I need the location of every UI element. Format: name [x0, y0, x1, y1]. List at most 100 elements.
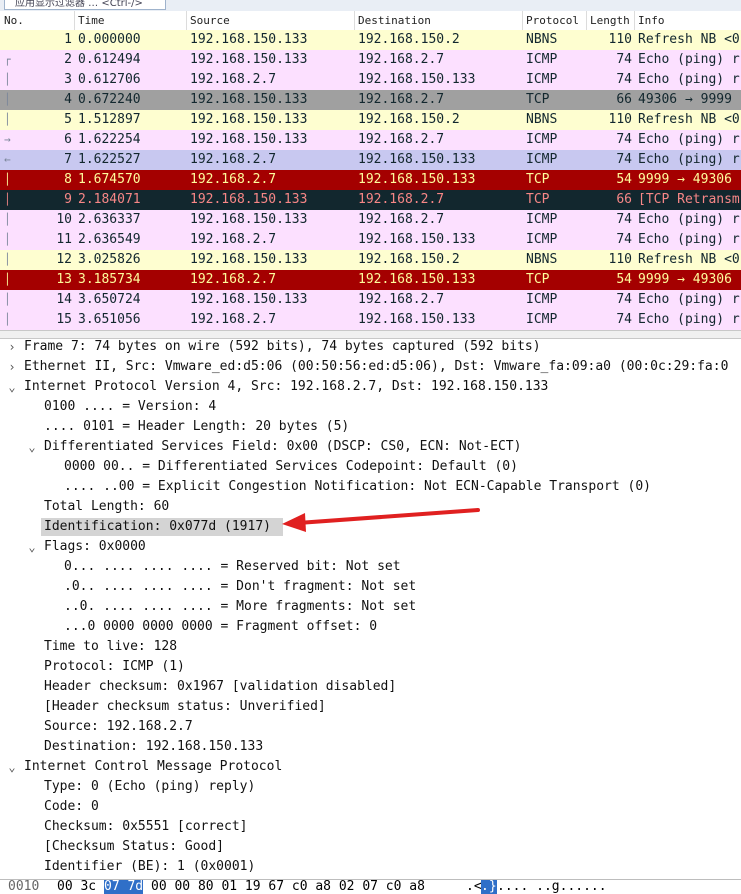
detail-tree-item[interactable]: Type: 0 (Echo (ping) reply): [0, 777, 741, 797]
packet-row[interactable]: 1 0.000000 192.168.150.133 192.168.150.2 NBN…: [0, 30, 741, 50]
packet-source: 192.168.150.133: [190, 32, 308, 47]
packet-length: 54: [616, 272, 632, 287]
bytes-hex[interactable]: 00 3c: [57, 880, 96, 894]
packet-time: 2.636549: [78, 232, 141, 247]
column-header-info[interactable]: Info: [638, 14, 665, 27]
detail-tree-item[interactable]: Identifier (BE): 1 (0x0001): [0, 857, 741, 877]
detail-tree-item[interactable]: Identification: 0x077d (1917): [0, 517, 741, 537]
collapse-chevron-icon[interactable]: ⌄: [6, 377, 18, 397]
packet-destination: 192.168.2.7: [358, 92, 445, 107]
packet-list[interactable]: 1 0.000000 192.168.150.133 192.168.150.2 NBN…: [0, 30, 741, 330]
packet-time: 0.672240: [78, 92, 141, 107]
packet-protocol: ICMP: [526, 72, 558, 87]
detail-tree-item[interactable]: Checksum: 0x5551 [correct]: [0, 817, 741, 837]
packet-row[interactable]: │ 11 2.636549 192.168.2.7 192.168.150.133 ICM…: [0, 230, 741, 250]
packet-row[interactable]: │ 9 2.184071 192.168.150.133 192.168.2.7 TCP 6…: [0, 190, 741, 210]
detail-tree-item[interactable]: .0.. .... .... .... = Don't fragment: No…: [0, 577, 741, 597]
expand-chevron-icon[interactable]: ›: [6, 337, 18, 357]
detail-tree-item[interactable]: Header checksum: 0x1967 [validation disa…: [0, 677, 741, 697]
packet-destination: 192.168.2.7: [358, 132, 445, 147]
packet-number: 7: [64, 152, 72, 167]
bytes-ascii-selected[interactable]: .}: [481, 880, 497, 894]
expand-chevron-icon[interactable]: ›: [6, 357, 18, 377]
bytes-hex[interactable]: 00 00 80 01 19 67 c0 a8 02 07 c0 a8: [151, 880, 425, 894]
collapse-chevron-icon[interactable]: ⌄: [26, 537, 38, 557]
packet-number: 1: [64, 32, 72, 47]
detail-tree-item[interactable]: ...0 0000 0000 0000 = Fragment offset: 0: [0, 617, 741, 637]
packet-row[interactable]: ← 7 1.622527 192.168.2.7 192.168.150.133 ICMP…: [0, 150, 741, 170]
detail-tree-item[interactable]: 0100 .... = Version: 4: [0, 397, 741, 417]
packet-protocol: ICMP: [526, 312, 558, 327]
packet-protocol: ICMP: [526, 212, 558, 227]
packet-details-pane[interactable]: › Frame 7: 74 bytes on wire (592 bits), 7…: [0, 337, 741, 879]
packet-time: 3.650724: [78, 292, 141, 307]
packet-source: 192.168.150.133: [190, 192, 308, 207]
packet-row[interactable]: │ 14 3.650724 192.168.150.133 192.168.2.7 ICM…: [0, 290, 741, 310]
bytes-ascii[interactable]: .<: [466, 880, 482, 894]
detail-tree-item[interactable]: .... 0101 = Header Length: 20 bytes (5): [0, 417, 741, 437]
column-separator[interactable]: [522, 11, 523, 30]
column-separator[interactable]: [634, 11, 635, 30]
detail-tree-item[interactable]: Protocol: ICMP (1): [0, 657, 741, 677]
column-separator[interactable]: [586, 11, 587, 30]
collapse-chevron-icon[interactable]: ⌄: [26, 437, 38, 457]
detail-tree-item[interactable]: Total Length: 60: [0, 497, 741, 517]
packet-row[interactable]: │ 12 3.025826 192.168.150.133 192.168.150.2 N…: [0, 250, 741, 270]
column-separator[interactable]: [74, 11, 75, 30]
detail-tree-item[interactable]: Source: 192.168.2.7: [0, 717, 741, 737]
detail-tree-item[interactable]: Code: 0: [0, 797, 741, 817]
detail-tree-item[interactable]: Destination: 192.168.150.133: [0, 737, 741, 757]
detail-tree-item[interactable]: 0000 00.. = Differentiated Services Code…: [0, 457, 741, 477]
packet-protocol: NBNS: [526, 112, 558, 127]
bytes-offset: 0010: [8, 879, 40, 894]
column-header-destination[interactable]: Destination: [358, 14, 431, 27]
column-separator[interactable]: [354, 11, 355, 30]
packet-row[interactable]: │ 13 3.185734 192.168.2.7 192.168.150.133 TCP…: [0, 270, 741, 290]
packet-row[interactable]: │ 5 1.512897 192.168.150.133 192.168.150.2 NB…: [0, 110, 741, 130]
packet-protocol: TCP: [526, 272, 550, 287]
packet-number: 6: [64, 132, 72, 147]
packet-time: 2.636337: [78, 212, 141, 227]
bytes-hex-selected[interactable]: 07 7d: [104, 880, 144, 894]
detail-tree-item[interactable]: ⌄ Internet Protocol Version 4, Src: 192.1…: [0, 377, 741, 397]
detail-tree-label: 0100 .... = Version: 4: [44, 399, 217, 414]
packet-row[interactable]: │ 10 2.636337 192.168.150.133 192.168.2.7 ICM…: [0, 210, 741, 230]
detail-tree-item[interactable]: .... ..00 = Explicit Congestion Notifica…: [0, 477, 741, 497]
detail-tree-item[interactable]: ⌄ Internet Control Message Protocol: [0, 757, 741, 777]
packet-bytes-pane[interactable]: 0010 00 3c 07 7d 00 00 80 01 19 67 c0 a8…: [0, 879, 741, 894]
packet-row[interactable]: │ 4 0.672240 192.168.150.133 192.168.2.7 TCP 6…: [0, 90, 741, 110]
detail-tree-item[interactable]: ⌄ Flags: 0x0000: [0, 537, 741, 557]
detail-tree-item[interactable]: [Checksum Status: Good]: [0, 837, 741, 857]
column-header-length[interactable]: Length: [590, 14, 630, 27]
packet-info: Refresh NB <0: [638, 252, 740, 267]
column-header-time[interactable]: Time: [78, 14, 105, 27]
packet-row[interactable]: → 6 1.622254 192.168.150.133 192.168.2.7 ICMP…: [0, 130, 741, 150]
packet-source: 192.168.150.133: [190, 252, 308, 267]
bytes-ascii[interactable]: .... ..g......: [497, 880, 607, 894]
packet-source: 192.168.150.133: [190, 212, 308, 227]
packet-row[interactable]: │ 3 0.612706 192.168.2.7 192.168.150.133 ICMP…: [0, 70, 741, 90]
packet-length: 74: [616, 312, 632, 327]
packet-row[interactable]: │ 8 1.674570 192.168.2.7 192.168.150.133 TCP 5…: [0, 170, 741, 190]
packet-protocol: ICMP: [526, 232, 558, 247]
collapse-chevron-icon[interactable]: ⌄: [6, 757, 18, 777]
detail-tree-item[interactable]: Time to live: 128: [0, 637, 741, 657]
detail-tree-item[interactable]: [Header checksum status: Unverified]: [0, 697, 741, 717]
packet-number: 4: [64, 92, 72, 107]
column-header-source[interactable]: Source: [190, 14, 230, 27]
column-header-no[interactable]: No.: [4, 14, 24, 27]
detail-tree-item[interactable]: › Frame 7: 74 bytes on wire (592 bits), 7…: [0, 337, 741, 357]
packet-info: Echo (ping) r: [638, 292, 740, 307]
column-header-protocol[interactable]: Protocol: [526, 14, 579, 27]
packet-length: 74: [616, 132, 632, 147]
display-filter-input[interactable]: 应用显示过滤器 … <Ctrl-/>: [4, 0, 166, 10]
packet-row[interactable]: │ 15 3.651056 192.168.2.7 192.168.150.133 ICM…: [0, 310, 741, 330]
column-separator[interactable]: [186, 11, 187, 30]
detail-tree-item[interactable]: ..0. .... .... .... = More fragments: No…: [0, 597, 741, 617]
packet-info: 49306 → 9999: [638, 92, 732, 107]
detail-tree-item[interactable]: › Ethernet II, Src: Vmware_ed:d5:06 (00:5…: [0, 357, 741, 377]
packet-row[interactable]: ┌ 2 0.612494 192.168.150.133 192.168.2.7 ICMP…: [0, 50, 741, 70]
packet-length: 66: [616, 192, 632, 207]
detail-tree-item[interactable]: ⌄ Differentiated Services Field: 0x00 (DS…: [0, 437, 741, 457]
detail-tree-item[interactable]: 0... .... .... .... = Reserved bit: Not …: [0, 557, 741, 577]
